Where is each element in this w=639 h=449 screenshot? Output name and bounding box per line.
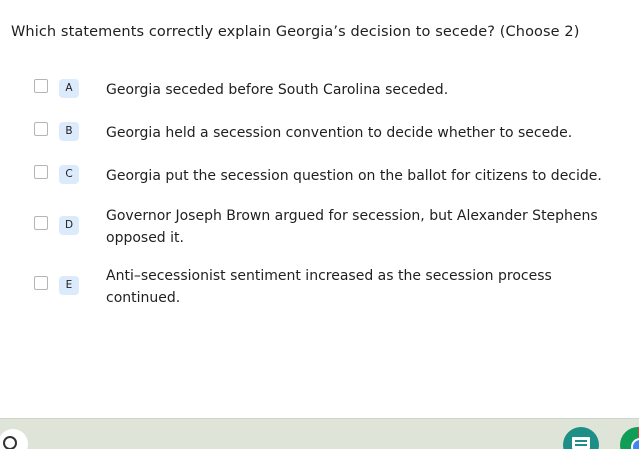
option-a-text[interactable]: Georgia seceded before South Carolina se… [106,79,626,101]
question-text: Which statements correctly explain Georg… [11,24,580,40]
option-a-checkbox[interactable] [34,79,48,93]
option-d-letter: D [59,216,79,235]
option-e-letter: E [59,276,79,295]
launcher-ring-icon [3,436,17,449]
option-d-checkbox[interactable] [34,216,48,230]
option-a-letter: A [59,79,79,98]
classroom-board-icon [572,437,590,449]
option-c-text[interactable]: Georgia put the secession question on th… [106,165,636,187]
option-c-letter: C [59,165,79,184]
classroom-app-icon[interactable] [563,427,599,449]
option-b-text[interactable]: Georgia held a secession convention to d… [106,122,626,144]
quiz-page: Which statements correctly explain Georg… [0,0,639,449]
chrome-icon[interactable] [620,427,639,449]
option-b-checkbox[interactable] [34,122,48,136]
option-e-checkbox[interactable] [34,276,48,290]
option-b-letter: B [59,122,79,141]
taskbar [0,418,639,449]
launcher-icon[interactable] [0,429,28,449]
option-e-text[interactable]: Anti–secessionist sentiment increased as… [106,265,586,309]
option-c-checkbox[interactable] [34,165,48,179]
option-d-text[interactable]: Governor Joseph Brown argued for secessi… [106,205,626,249]
